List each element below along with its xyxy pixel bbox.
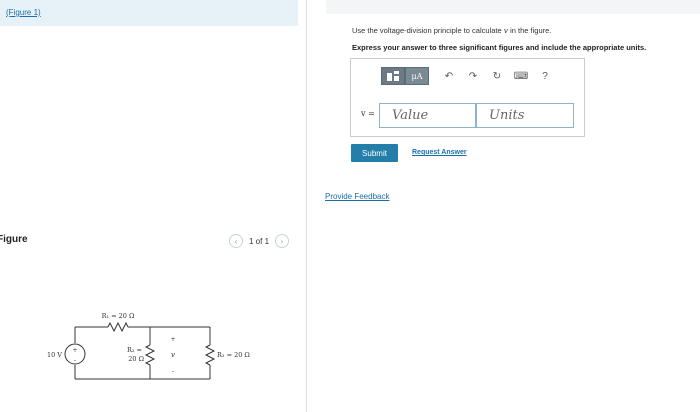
source-label: 10 V xyxy=(47,351,62,359)
resistor-r2-icon xyxy=(144,344,156,366)
source-plus: + xyxy=(72,347,77,354)
prev-figure-button[interactable]: ‹ xyxy=(229,234,243,248)
request-answer-link[interactable]: Request Answer xyxy=(412,149,467,156)
chevron-right-icon: › xyxy=(280,236,284,246)
mu-a-icon: μA xyxy=(411,71,423,81)
r2-label-top: R₂ = xyxy=(127,346,142,354)
answer-format-instruction: Express your answer to three significant… xyxy=(352,43,647,52)
redo-icon: ↷ xyxy=(468,70,478,82)
reset-button[interactable]: ↻ xyxy=(485,67,509,85)
circuit-svg: + - 10 V R₁ = 20 Ω R₂ = 20 Ω + v - R₃ = … xyxy=(47,312,250,380)
answer-var-label: v = xyxy=(361,109,375,118)
pane-divider[interactable] xyxy=(306,0,307,412)
keyboard-icon: ⌨ xyxy=(513,70,529,82)
help-button[interactable]: ? xyxy=(533,67,557,85)
figure-pane: (Figure 1) Figure ‹ 1 of 1 › + - 10 V R₁… xyxy=(0,0,306,412)
chevron-left-icon: ‹ xyxy=(234,236,238,246)
r3-label: R₃ = 20 Ω xyxy=(217,351,250,359)
instruction-var: v xyxy=(503,26,509,35)
undo-button[interactable]: ↶ xyxy=(437,67,461,85)
instruction-text: Use the voltage-division principle to ca… xyxy=(352,26,551,35)
r2-label-bottom: 20 Ω xyxy=(128,355,144,363)
top-stripe xyxy=(326,0,700,14)
pager-count: 1 of 1 xyxy=(249,236,270,246)
templates-button[interactable] xyxy=(381,67,405,85)
figure-link-bar: (Figure 1) xyxy=(0,0,298,26)
templates-icon xyxy=(387,71,399,81)
units-input[interactable] xyxy=(476,103,574,128)
v-label: v xyxy=(171,351,175,359)
answer-box: μA ↶ ↷ ↻ ⌨ ? v = xyxy=(350,58,585,137)
undo-icon: ↶ xyxy=(444,70,454,82)
instruction-prefix: Use the voltage-division principle to ca… xyxy=(352,26,502,35)
figure-link[interactable]: (Figure 1) xyxy=(6,8,41,17)
value-input[interactable] xyxy=(379,103,476,128)
r1-label: R₁ = 20 Ω xyxy=(102,312,135,320)
resistor-r3-icon xyxy=(204,344,216,366)
reset-icon: ↻ xyxy=(492,70,502,82)
instruction-suffix: in the figure. xyxy=(510,26,552,35)
help-icon: ? xyxy=(542,70,548,82)
provide-feedback-link[interactable]: Provide Feedback xyxy=(325,192,389,201)
keyboard-button[interactable]: ⌨ xyxy=(509,67,533,85)
figure-pager: ‹ 1 of 1 › xyxy=(229,233,290,249)
circuit-diagram: + - 10 V R₁ = 20 Ω R₂ = 20 Ω + v - R₃ = … xyxy=(40,305,270,385)
resistor-r1-icon xyxy=(107,321,129,333)
next-figure-button[interactable]: › xyxy=(275,234,290,248)
redo-button[interactable]: ↷ xyxy=(461,67,485,85)
v-minus: - xyxy=(172,368,174,375)
v-plus: + xyxy=(170,336,175,343)
math-toolbar: μA ↶ ↷ ↻ ⌨ ? xyxy=(381,67,557,85)
source-minus: - xyxy=(74,357,76,364)
figure-heading: Figure xyxy=(0,234,28,245)
units-button[interactable]: μA xyxy=(405,67,429,85)
submit-button[interactable]: Submit xyxy=(351,144,398,162)
